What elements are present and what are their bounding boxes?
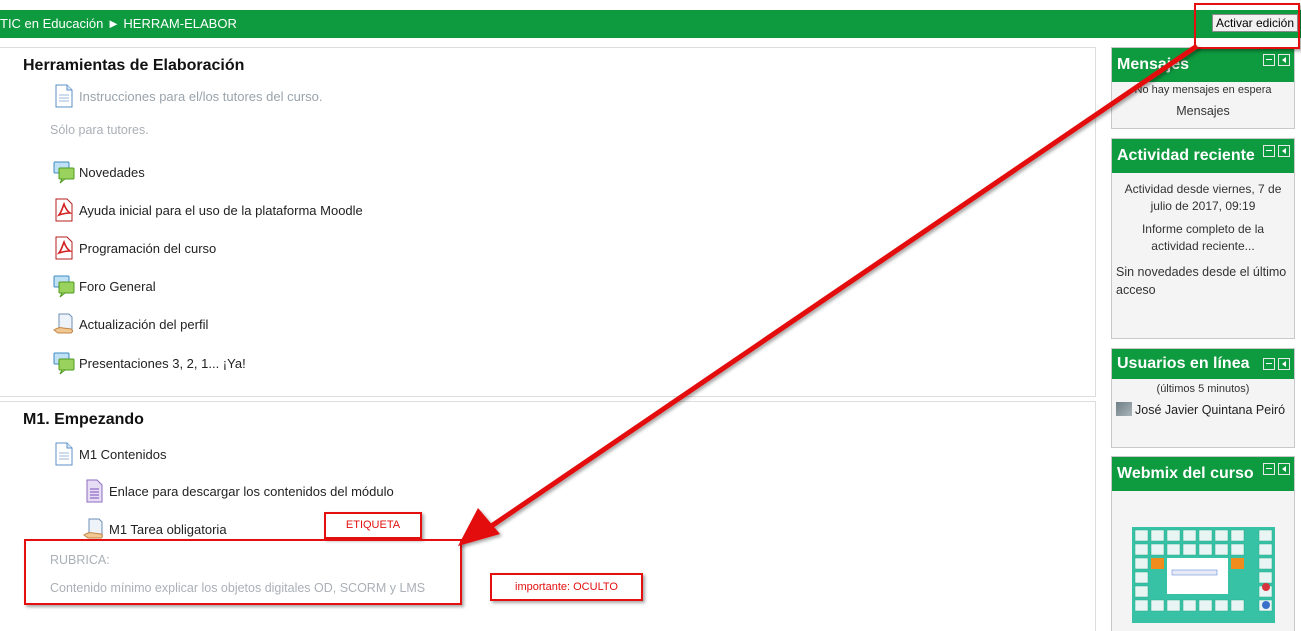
user-name: José Javier Quintana Peiró <box>1135 403 1286 417</box>
page-icon <box>53 442 75 466</box>
activity-label: Actualización del perfil <box>79 316 209 332</box>
forum-icon <box>53 160 75 184</box>
collapse-icon[interactable] <box>1263 145 1275 157</box>
activity-label: Programación del curso <box>79 240 217 256</box>
tutors-only-note: Sólo para tutores. <box>50 123 149 137</box>
activity-label: Foro General <box>79 278 156 294</box>
assignment-icon <box>83 517 105 541</box>
section-herramientas: Herramientas de Elaboración Instruccione… <box>0 47 1096 397</box>
activity-instrucciones[interactable]: Instrucciones para el/los tutores del cu… <box>53 84 323 108</box>
etiqueta-annotation: ETIQUETA <box>324 512 422 539</box>
activity-presentaciones[interactable]: Presentaciones 3, 2, 1... ¡Ya! <box>53 351 246 375</box>
oculto-annotation: importante: OCULTO <box>490 573 643 601</box>
activity-label: M1 Contenidos <box>79 446 167 462</box>
etiqueta-text: ETIQUETA <box>345 519 401 531</box>
course-header-bar: TIC en Educación ► HERRAM-ELABOR Activar… <box>0 10 1301 38</box>
online-user[interactable]: José Javier Quintana Peiró <box>1112 399 1294 421</box>
activity-programacion[interactable]: Programación del curso <box>53 236 216 260</box>
block-webmix: Webmix del curso <box>1111 456 1295 631</box>
activity-label: Novedades <box>79 164 145 180</box>
assignment-icon <box>53 312 75 336</box>
dock-icon[interactable] <box>1278 358 1290 370</box>
pdf-icon <box>53 198 75 222</box>
webmix-thumbnail[interactable] <box>1132 527 1275 623</box>
block-title: Actividad reciente <box>1117 147 1255 164</box>
activity-label: M1 Tarea obligatoria <box>109 521 227 537</box>
dock-icon[interactable] <box>1278 145 1290 157</box>
activity-m1-contenidos[interactable]: M1 Contenidos <box>53 442 166 466</box>
forum-icon <box>53 274 75 298</box>
collapse-icon[interactable] <box>1263 54 1275 66</box>
no-news-text: Sin novedades desde el último acceso <box>1116 265 1287 297</box>
section-title: Herramientas de Elaboración <box>23 57 245 74</box>
activity-foro-general[interactable]: Foro General <box>53 274 156 298</box>
collapse-icon[interactable] <box>1263 463 1275 475</box>
activity-label: Ayuda inicial para el uso de la platafor… <box>79 202 363 218</box>
activity-label: Instrucciones para el/los tutores del cu… <box>79 88 323 104</box>
activity-since-text: Actividad desde viernes, 7 de julio de 2… <box>1124 182 1282 213</box>
no-messages-text: No hay mensajes en espera <box>1134 84 1272 96</box>
dock-icon[interactable] <box>1278 463 1290 475</box>
section-title: M1. Empezando <box>23 411 144 428</box>
time-window-text: (últimos 5 minutos) <box>1156 383 1250 395</box>
mensajes-link[interactable]: Mensajes <box>1112 100 1294 122</box>
rubrica-highlight <box>24 539 462 605</box>
dock-icon[interactable] <box>1278 54 1290 66</box>
block-title: Usuarios en línea <box>1117 355 1250 372</box>
activity-label: Enlace para descargar los contenidos del… <box>109 483 394 499</box>
page-icon <box>53 84 75 108</box>
activity-enlace-descarga[interactable]: Enlace para descargar los contenidos del… <box>83 479 394 503</box>
block-title: Webmix del curso <box>1117 465 1254 482</box>
block-title: Mensajes <box>1117 56 1190 73</box>
edit-button-highlight <box>1194 3 1300 49</box>
pdf-icon <box>53 236 75 260</box>
activity-ayuda-inicial[interactable]: Ayuda inicial para el uso de la platafor… <box>53 198 363 222</box>
activity-actualizacion-perfil[interactable]: Actualización del perfil <box>53 312 208 336</box>
breadcrumb[interactable]: TIC en Educación ► HERRAM-ELABOR <box>0 16 237 31</box>
forum-icon <box>53 351 75 375</box>
file-icon <box>83 479 105 503</box>
activity-m1-tarea[interactable]: M1 Tarea obligatoria <box>83 517 227 541</box>
collapse-icon[interactable] <box>1263 358 1275 370</box>
oculto-text: importante: OCULTO <box>515 581 618 593</box>
block-actividad-reciente: Actividad reciente Actividad desde viern… <box>1111 138 1295 339</box>
block-usuarios-en-linea: Usuarios en línea (últimos 5 minutos) Jo… <box>1111 348 1295 448</box>
block-mensajes: Mensajes No hay mensajes en espera Mensa… <box>1111 47 1295 129</box>
avatar <box>1116 402 1132 416</box>
activity-novedades[interactable]: Novedades <box>53 160 145 184</box>
full-report-link[interactable]: Informe completo de la actividad recient… <box>1112 219 1294 259</box>
activity-label: Presentaciones 3, 2, 1... ¡Ya! <box>79 355 246 371</box>
